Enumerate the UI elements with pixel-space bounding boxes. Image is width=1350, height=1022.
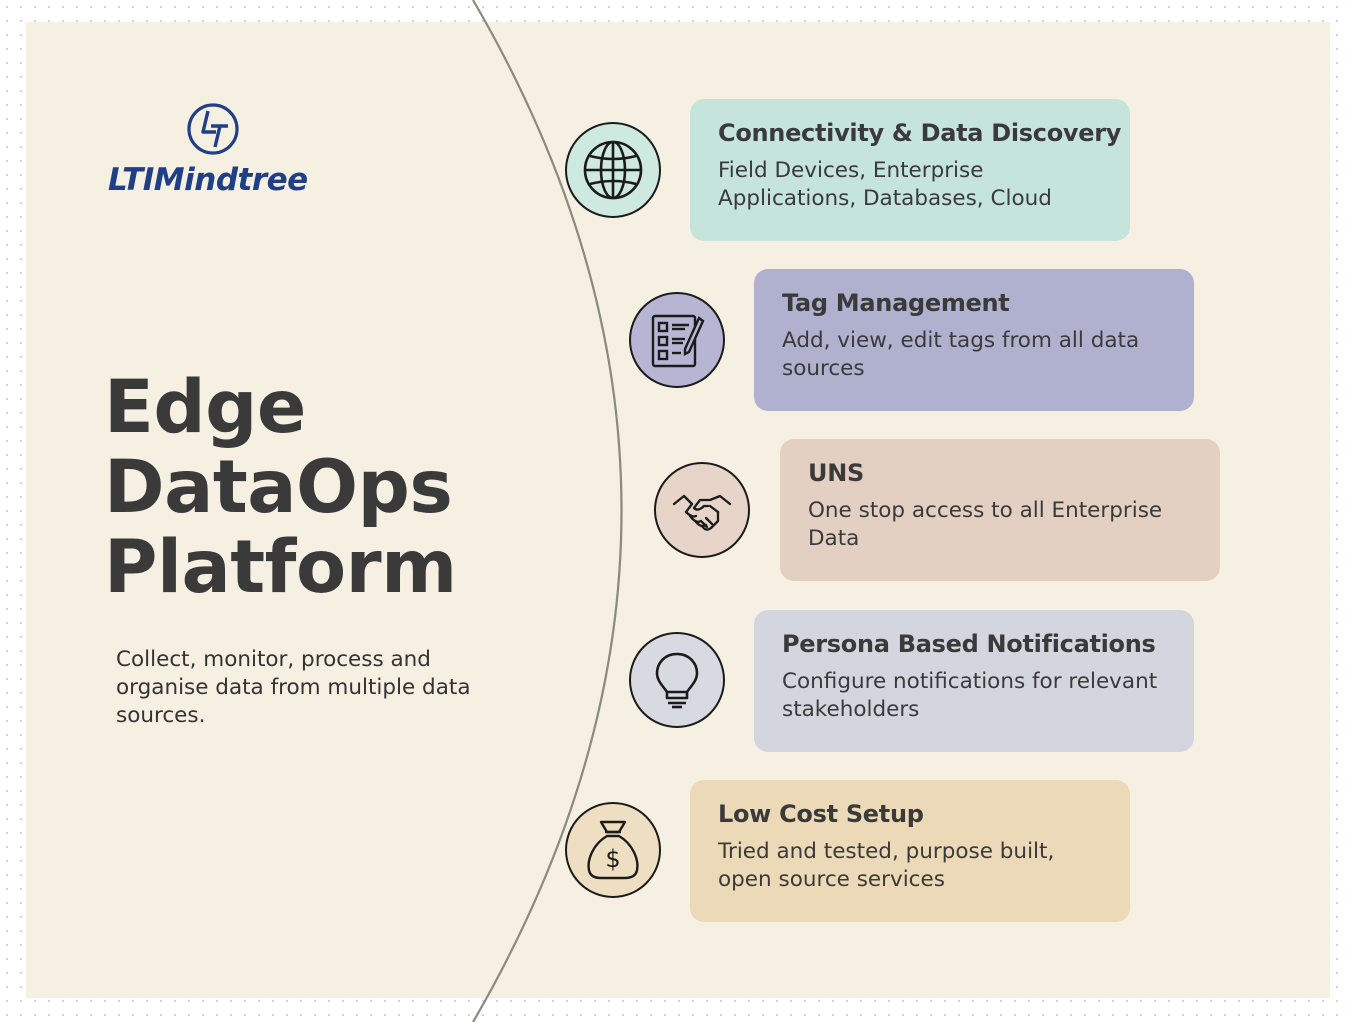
lightbulb-icon [655,652,699,709]
svg-text:$: $ [605,845,620,873]
money-bag-icon: $ [587,820,639,880]
feature-description: Field Devices, Enterprise Applications, … [718,158,1052,211]
feature-description: Add, view, edit tags from all data sourc… [782,328,1140,381]
lt-logo-icon [187,103,239,155]
brand-logo: LTIMindtree [108,102,323,202]
feature-card-tag-management: Tag Management Add, view, edit tags from… [754,269,1194,411]
handshake-icon [672,494,732,531]
feature-card-uns: UNS One stop access to all Enterprise Da… [780,439,1220,581]
title-line-3: Platform [104,525,457,610]
feature-card-connectivity: Connectivity & Data Discovery Field Devi… [690,99,1130,241]
brand-name: LTIMindtree [108,162,308,198]
checklist-icon [651,314,705,368]
feature-icon-circle-notifications [629,632,725,728]
feature-icon-circle-connectivity [565,122,661,218]
title-line-2: DataOps [104,445,453,530]
page-subtitle: Collect, monitor, process and organise d… [116,647,471,728]
feature-card-low-cost: Low Cost Setup Tried and tested, purpose… [690,780,1130,922]
feature-icon-circle-uns [654,462,750,558]
feature-title: Tag Management [782,289,1010,317]
feature-card-notifications: Persona Based Notifications Configure no… [754,610,1194,752]
globe-icon [583,140,643,200]
feature-title: Connectivity & Data Discovery [718,119,1122,147]
feature-title: Persona Based Notifications [782,630,1156,658]
feature-title: Low Cost Setup [718,800,924,828]
feature-description: Configure notifications for relevant sta… [782,669,1158,722]
page-title: Edge DataOps Platform [104,368,457,608]
feature-description: One stop access to all Enterprise Data [808,498,1163,551]
feature-icon-circle-tag-management [629,292,725,388]
feature-title: UNS [808,459,864,487]
title-line-1: Edge [104,365,306,450]
feature-description: Tried and tested, purpose built, open so… [718,839,1055,892]
feature-icon-circle-low-cost: $ [565,802,661,898]
